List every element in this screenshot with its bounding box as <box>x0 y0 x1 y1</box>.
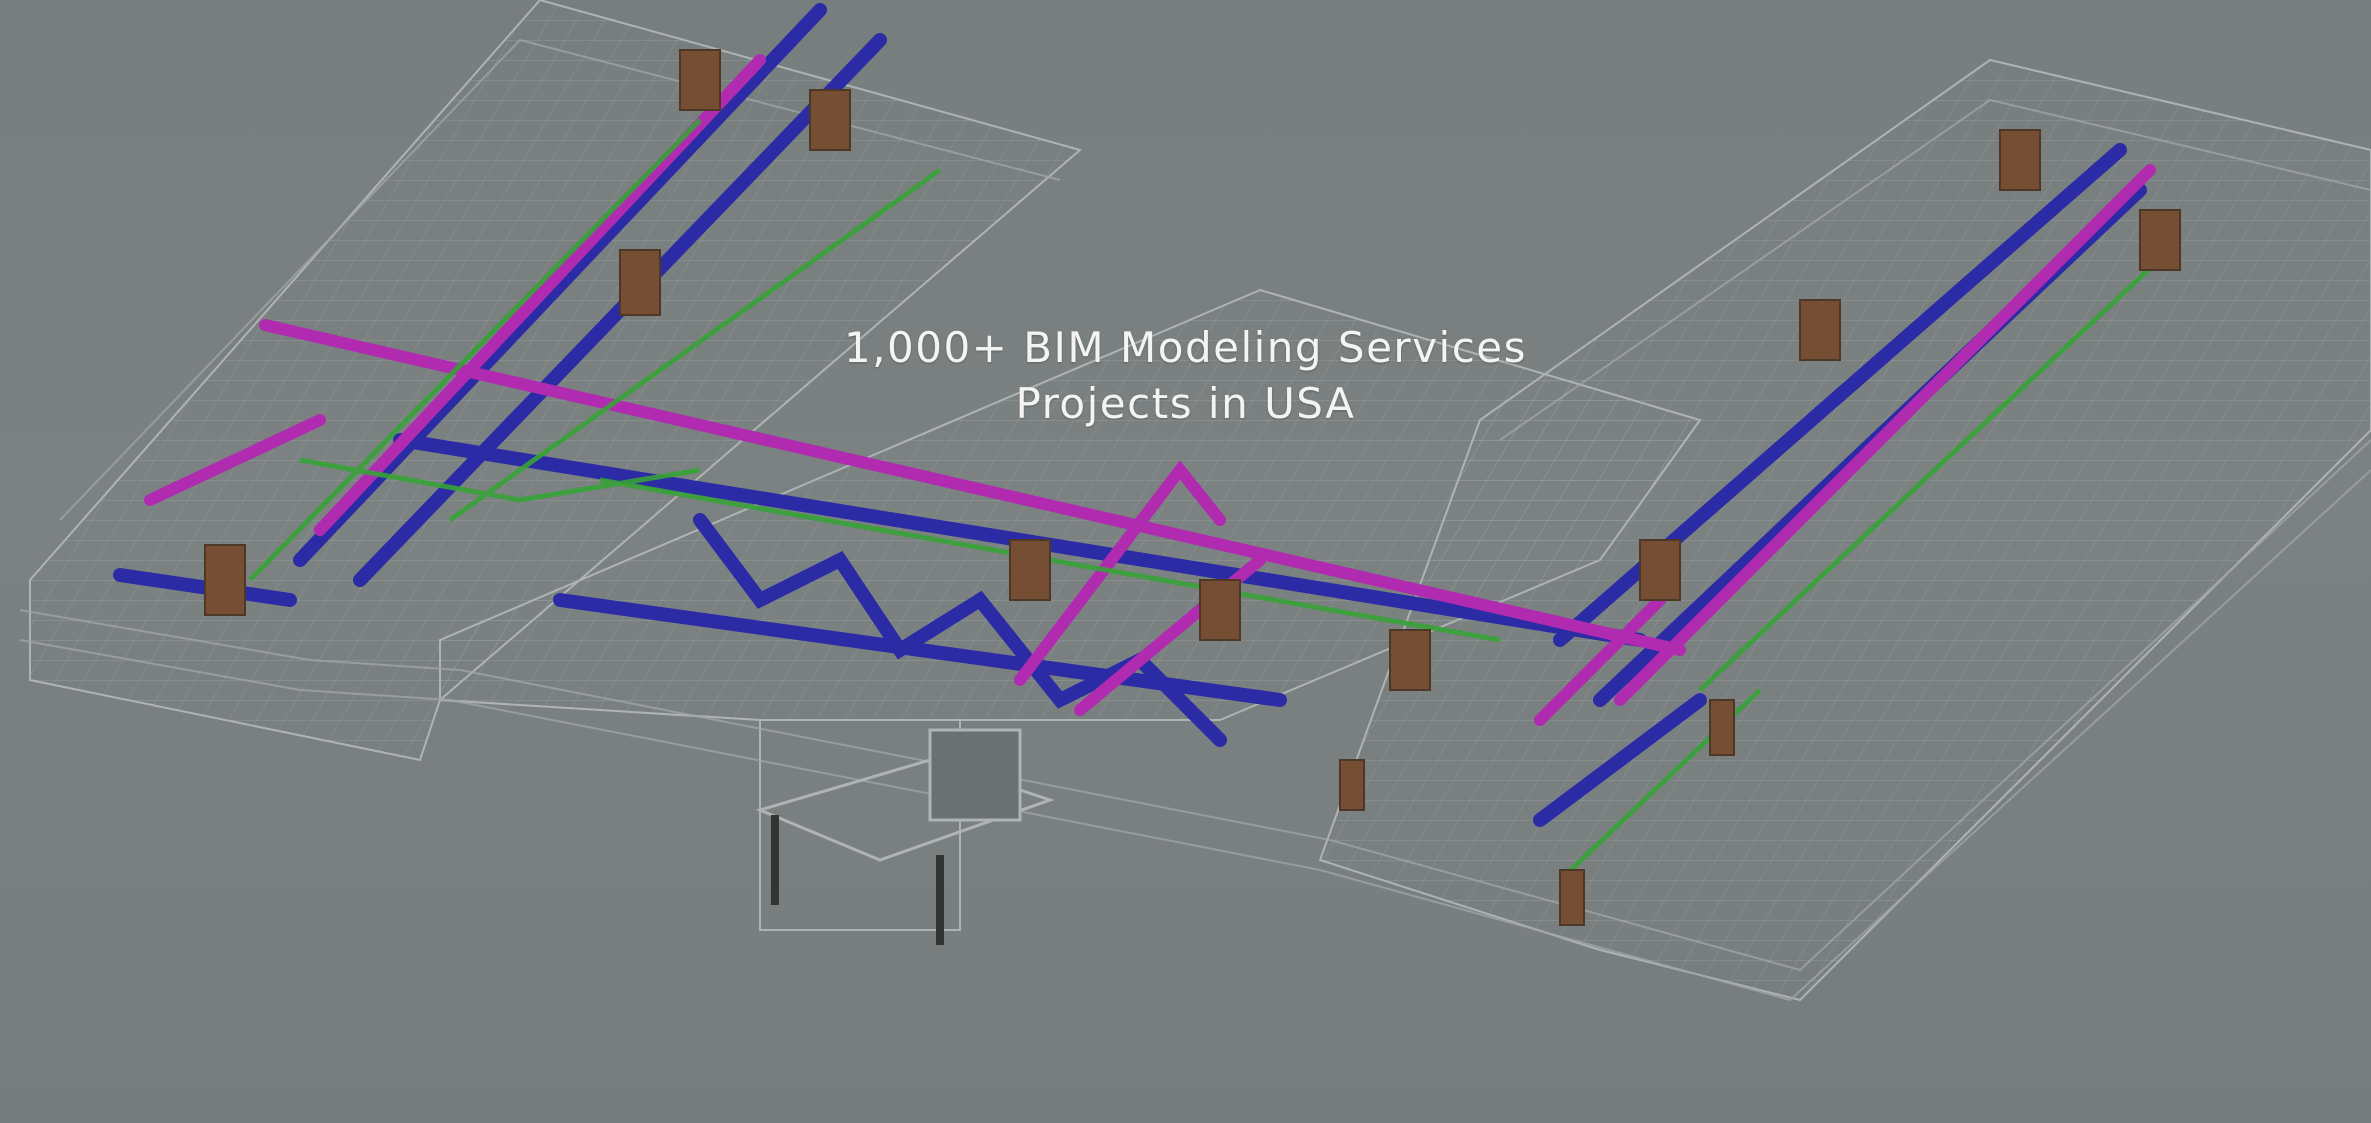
bim-building-model-image <box>19 0 2371 1002</box>
headline-line-1: 1,000+ BIM Modeling Services <box>843 323 1528 373</box>
hero-section: 1,000+ BIM Modeling Services Projects in… <box>0 0 2371 1123</box>
hero-headline: 1,000+ BIM Modeling Services Projects in… <box>0 320 2371 432</box>
headline-line-2: Projects in USA <box>1015 379 1356 429</box>
entrance-canopy <box>755 728 1055 945</box>
